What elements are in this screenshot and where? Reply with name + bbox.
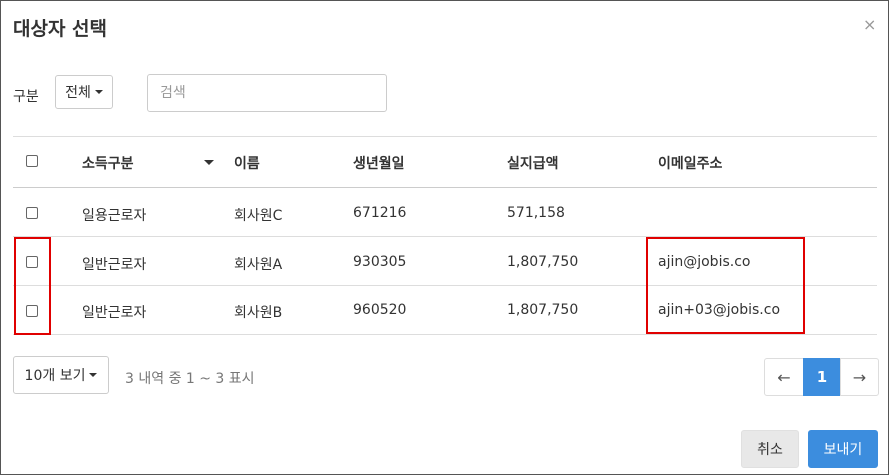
cell-name: 회사원B: [234, 305, 283, 321]
cell-name: 회사원A: [234, 257, 283, 273]
column-header-type[interactable]: 소득구분: [82, 153, 134, 173]
close-icon[interactable]: ×: [863, 17, 876, 33]
cell-pay: 571,158: [507, 205, 565, 221]
table-bottom-divider: [13, 334, 877, 335]
column-header-birth[interactable]: 생년월일: [353, 153, 405, 173]
column-header-name[interactable]: 이름: [234, 153, 260, 173]
table-top-divider: [13, 136, 877, 137]
cell-type: 일반근로자: [82, 305, 147, 321]
select-all-checkbox[interactable]: [26, 155, 38, 167]
category-select[interactable]: 전체: [55, 75, 113, 109]
category-select-value: 전체: [65, 85, 91, 101]
search-input[interactable]: [147, 74, 387, 112]
column-header-email[interactable]: 이메일주소: [658, 153, 722, 173]
sort-caret-icon[interactable]: [204, 160, 214, 165]
cancel-button[interactable]: 취소: [741, 430, 799, 468]
send-button[interactable]: 보내기: [808, 430, 878, 468]
cell-birth: 671216: [353, 205, 407, 221]
cell-type: 일반근로자: [82, 257, 147, 273]
email-highlight-box: [646, 237, 805, 334]
caret-down-icon: [94, 90, 103, 94]
select-target-dialog: 대상자 선택 × 구분 전체 소득구분 이름 생년월일 실지급액 이메일주소 일…: [0, 0, 889, 475]
cell-name: 회사원C: [234, 208, 283, 224]
row-checkbox[interactable]: [26, 207, 38, 219]
cell-birth: 930305: [353, 254, 407, 270]
cell-birth: 960520: [353, 302, 407, 318]
cell-type: 일용근로자: [82, 208, 147, 224]
column-header-pay[interactable]: 실지급액: [507, 153, 559, 173]
next-page-button[interactable]: →: [840, 358, 879, 396]
pagination: ← 1 →: [764, 358, 879, 396]
dialog-title: 대상자 선택: [13, 18, 108, 40]
table-header-divider: [13, 187, 877, 188]
page-size-value: 10개 보기: [24, 368, 86, 384]
cell-pay: 1,807,750: [507, 254, 579, 270]
page-button-1[interactable]: 1: [803, 358, 841, 396]
caret-down-icon: [89, 373, 98, 377]
cell-pay: 1,807,750: [507, 302, 579, 318]
checkbox-highlight-box: [14, 237, 51, 335]
page-size-select[interactable]: 10개 보기: [13, 356, 109, 394]
prev-page-button[interactable]: ←: [764, 358, 804, 396]
filter-label: 구분: [13, 89, 39, 105]
pagination-info: 3 내역 중 1 ~ 3 표시: [125, 371, 255, 387]
